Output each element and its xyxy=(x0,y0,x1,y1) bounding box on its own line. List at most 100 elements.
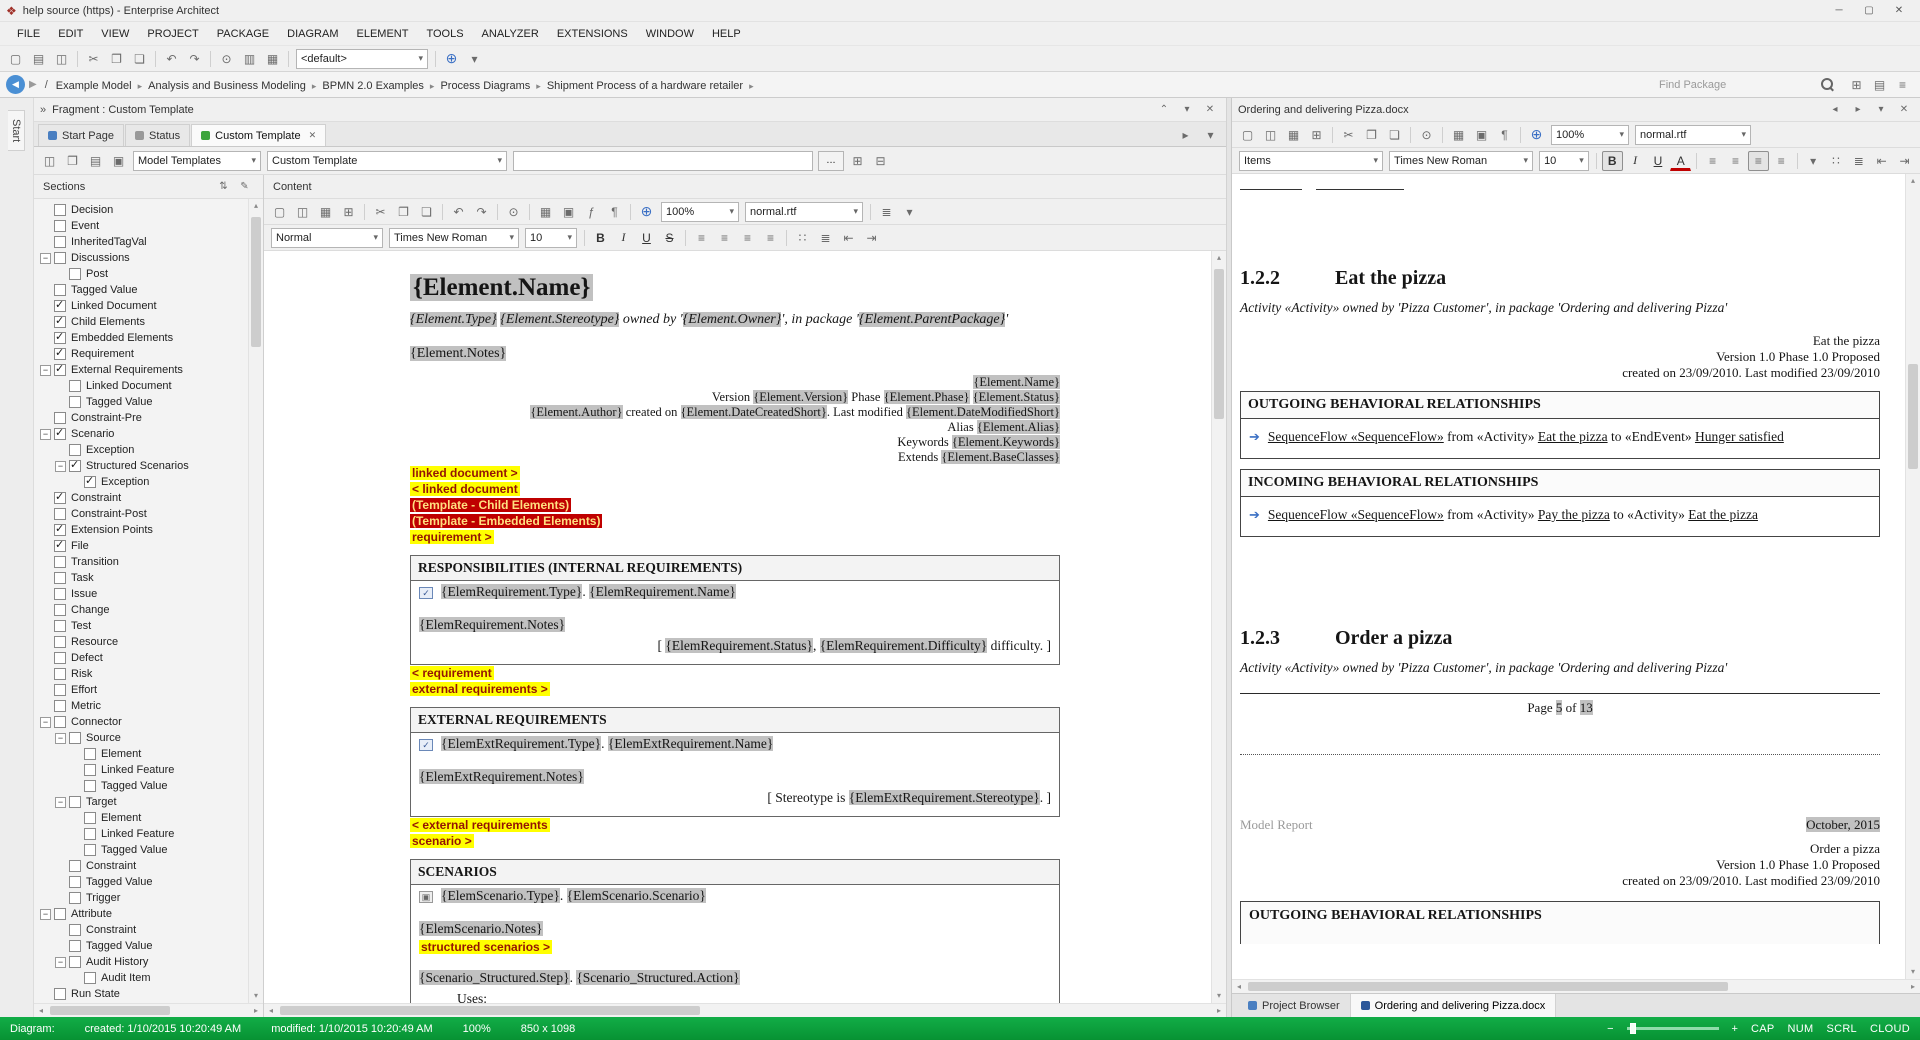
tree-item[interactable]: Element xyxy=(36,810,248,826)
tree-item[interactable]: Linked Document xyxy=(36,378,248,394)
section-checkbox[interactable] xyxy=(54,620,66,632)
scroll-up-icon[interactable]: ▴ xyxy=(249,199,263,213)
tree-item[interactable]: −Structured Scenarios xyxy=(36,458,248,474)
browser-icon[interactable]: ▥ xyxy=(239,49,260,69)
document-options-icon[interactable]: ▤ xyxy=(85,151,106,171)
align-right-icon[interactable]: ≡ xyxy=(1748,151,1769,171)
zoom-slider-thumb[interactable] xyxy=(1630,1023,1636,1034)
section-checkbox[interactable] xyxy=(54,428,66,440)
zoom-combo[interactable]: 100%▾ xyxy=(1551,125,1629,145)
tree-item[interactable]: −Scenario xyxy=(36,426,248,442)
outdent-icon[interactable]: ⇤ xyxy=(838,228,859,248)
section-checkbox[interactable] xyxy=(84,780,96,792)
menu-view[interactable]: VIEW xyxy=(92,25,138,43)
tab-pizza-docx[interactable]: Ordering and delivering Pizza.docx xyxy=(1351,994,1557,1017)
cut-icon[interactable]: ✂ xyxy=(83,49,104,69)
link-text[interactable]: Hunger satisfied xyxy=(1695,429,1784,444)
indent-icon[interactable]: ⇥ xyxy=(1894,151,1915,171)
bullet-list-icon[interactable]: ∷ xyxy=(1826,151,1847,171)
tree-item[interactable]: Metric xyxy=(36,698,248,714)
tree-item[interactable]: Tagged Value xyxy=(36,394,248,410)
tree-item[interactable]: Decision xyxy=(36,202,248,218)
tree-item[interactable]: Issue xyxy=(36,586,248,602)
layout-icon[interactable]: ▤ xyxy=(1869,75,1890,95)
bold-icon[interactable]: B xyxy=(590,228,611,248)
tab-list-icon[interactable]: ▾ xyxy=(1200,125,1221,145)
browse-button[interactable]: ... xyxy=(818,151,844,171)
collapse-node-icon[interactable]: − xyxy=(55,733,66,744)
insert-field-icon[interactable]: ƒ xyxy=(581,202,602,222)
section-checkbox[interactable] xyxy=(54,908,66,920)
section-checkbox[interactable] xyxy=(69,380,81,392)
tree-item[interactable]: −Source xyxy=(36,730,248,746)
print-preview-icon[interactable]: ⊞ xyxy=(1306,125,1327,145)
new-document-icon[interactable]: ▢ xyxy=(1237,125,1258,145)
save-document-icon[interactable]: ◫ xyxy=(292,202,313,222)
scroll-right-icon[interactable]: ▸ xyxy=(1212,1004,1226,1017)
section-checkbox[interactable] xyxy=(69,460,81,472)
tree-item[interactable]: File xyxy=(36,538,248,554)
tree-item[interactable]: −Connector xyxy=(36,714,248,730)
paste-icon[interactable]: ❏ xyxy=(416,202,437,222)
section-checkbox[interactable] xyxy=(54,524,66,536)
section-checkbox[interactable] xyxy=(54,332,66,344)
tree-item[interactable]: Tagged Value xyxy=(36,778,248,794)
zoom-in-button[interactable]: + xyxy=(1732,1023,1738,1035)
collapse-node-icon[interactable]: − xyxy=(55,957,66,968)
section-checkbox[interactable] xyxy=(54,684,66,696)
section-checkbox[interactable] xyxy=(54,412,66,424)
find-icon[interactable]: ⊙ xyxy=(1416,125,1437,145)
template-filter-input[interactable] xyxy=(513,151,813,171)
redo-icon[interactable]: ↷ xyxy=(184,49,205,69)
template-editor[interactable]: {Element.Name}{Element.Type} {Element.St… xyxy=(264,251,1211,1003)
collapse-panel-icon[interactable]: ⌃ xyxy=(1155,102,1173,118)
collapse-node-icon[interactable]: − xyxy=(40,365,51,376)
tree-item[interactable]: −Audit History xyxy=(36,954,248,970)
section-checkbox[interactable] xyxy=(54,716,66,728)
more-dropdown-icon[interactable]: ▾ xyxy=(464,49,485,69)
tab-scroll-right-icon[interactable]: ▸ xyxy=(1175,125,1196,145)
copy-icon[interactable]: ❐ xyxy=(393,202,414,222)
section-checkbox[interactable] xyxy=(69,956,81,968)
link-text[interactable]: Pay the pizza xyxy=(1538,507,1610,522)
collapse-node-icon[interactable]: − xyxy=(55,797,66,808)
stylesheet-combo[interactable]: normal.rtf▾ xyxy=(1635,125,1751,145)
section-checkbox[interactable] xyxy=(69,396,81,408)
section-checkbox[interactable] xyxy=(69,796,81,808)
tree-item[interactable]: Run State xyxy=(36,986,248,1002)
sections-scrollbar[interactable]: ▴ ▾ xyxy=(248,199,263,1003)
editor-hscrollbar[interactable]: ◂ ▸ xyxy=(264,1003,1226,1017)
tree-item[interactable]: Tagged Value xyxy=(36,842,248,858)
workspace-icon[interactable]: ⊞ xyxy=(1846,75,1867,95)
breadcrumb-item[interactable]: Example Model xyxy=(54,80,134,92)
edit-filter-icon[interactable]: ✎ xyxy=(236,179,253,195)
cut-icon[interactable]: ✂ xyxy=(1338,125,1359,145)
tree-item[interactable]: −External Requirements xyxy=(36,362,248,378)
font-size-combo[interactable]: 10▾ xyxy=(1539,151,1589,171)
breadcrumb-item[interactable]: Process Diagrams xyxy=(438,80,532,92)
nav-prev-icon[interactable]: ◂ xyxy=(1826,102,1844,118)
section-checkbox[interactable] xyxy=(54,204,66,216)
new-document-icon[interactable]: ▢ xyxy=(269,202,290,222)
tree-item[interactable]: Audit Item xyxy=(36,970,248,986)
section-checkbox[interactable] xyxy=(84,764,96,776)
underline-icon[interactable]: U xyxy=(1648,151,1669,171)
section-checkbox[interactable] xyxy=(54,300,66,312)
section-checkbox[interactable] xyxy=(69,924,81,936)
sort-icon[interactable]: ⇅ xyxy=(215,179,232,195)
section-checkbox[interactable] xyxy=(54,652,66,664)
save-icon[interactable]: ◫ xyxy=(51,49,72,69)
copy-icon[interactable]: ❐ xyxy=(62,151,83,171)
delete-section-icon[interactable]: ⊟ xyxy=(870,151,891,171)
menu-tools[interactable]: TOOLS xyxy=(417,25,472,43)
forward-button[interactable]: ▶ xyxy=(29,79,37,90)
numbered-list-icon[interactable]: ≣ xyxy=(815,228,836,248)
indent-icon[interactable]: ⇥ xyxy=(861,228,882,248)
zoom-combo[interactable]: 100%▾ xyxy=(661,202,739,222)
copy-icon[interactable]: ❐ xyxy=(1361,125,1382,145)
close-tab-icon[interactable]: ✕ xyxy=(309,130,317,141)
section-checkbox[interactable] xyxy=(69,268,81,280)
paragraph-style-combo[interactable]: Normal▾ xyxy=(271,228,383,248)
section-checkbox[interactable] xyxy=(54,508,66,520)
web-icon[interactable]: ⊕ xyxy=(441,49,462,69)
